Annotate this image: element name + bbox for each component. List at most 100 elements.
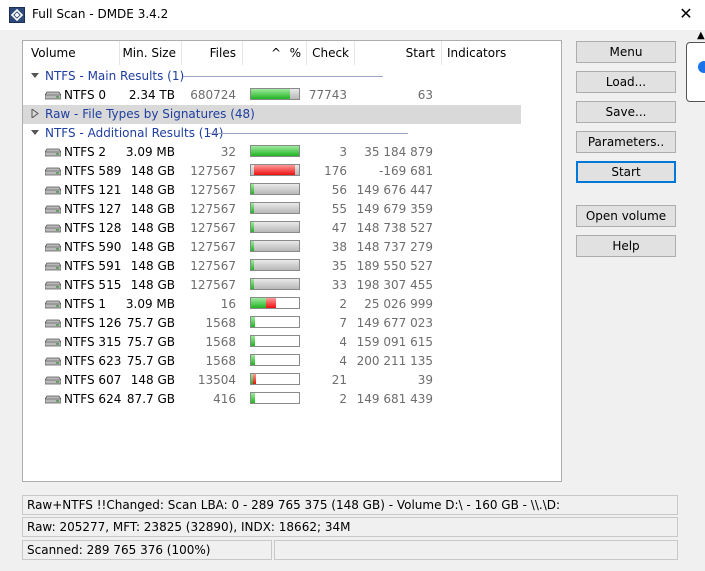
start-button[interactable]: Start xyxy=(576,161,676,183)
col-indicators[interactable]: Indicators xyxy=(447,46,506,60)
volume-name: NTFS 0 xyxy=(64,88,107,102)
check-value: 77743 xyxy=(308,88,347,102)
check-value: 4 xyxy=(339,354,347,368)
table-row[interactable]: NTFS 127 148 GB 127567 55 149 679 359 xyxy=(23,200,561,219)
progress-segment xyxy=(254,165,295,175)
table-row[interactable]: NTFS 1 3.09 MB 16 2 25 026 999 xyxy=(23,295,561,314)
col-check[interactable]: Check xyxy=(307,46,349,60)
col-files[interactable]: Files xyxy=(182,46,236,60)
start-value: 148 737 279 xyxy=(356,240,433,254)
start-value: 200 211 135 xyxy=(356,354,433,368)
volume-name: NTFS 127 xyxy=(64,202,122,216)
col-volume[interactable]: Volume xyxy=(31,46,76,60)
group-label: Raw - File Types by Signatures (48) xyxy=(45,107,255,121)
percent-bar xyxy=(250,354,300,366)
min-size: 148 GB xyxy=(130,221,175,235)
hard-disk-icon xyxy=(45,395,61,404)
group-raw-file-types[interactable]: Raw - File Types by Signatures (48) xyxy=(23,105,521,124)
table-row[interactable]: NTFS 623 75.7 GB 1568 4 200 211 135 xyxy=(23,352,561,371)
check-value: 33 xyxy=(331,278,347,292)
percent-bar xyxy=(250,164,300,176)
cursor-icon: ▲ xyxy=(697,30,705,41)
table-row[interactable]: NTFS 591 148 GB 127567 35 189 550 527 xyxy=(23,257,561,276)
files-count: 416 xyxy=(213,392,236,406)
hard-disk-icon xyxy=(45,186,61,195)
table-row[interactable]: NTFS 607 148 GB 13504 21 39 xyxy=(23,371,561,390)
close-icon[interactable]: ✕ xyxy=(672,3,700,25)
start-value: 35 184 879 xyxy=(364,145,433,159)
percent-bar xyxy=(250,278,300,290)
status-scan-info: Raw+NTFS !!Changed: Scan LBA: 0 - 289 76… xyxy=(22,495,678,515)
check-value: 2 xyxy=(339,297,347,311)
progress-segment xyxy=(254,279,299,289)
progress-segment xyxy=(251,146,299,156)
table-row[interactable]: NTFS 126 75.7 GB 1568 7 149 677 023 xyxy=(23,314,561,333)
expand-arrow-icon[interactable] xyxy=(31,109,39,118)
check-value: 35 xyxy=(331,259,347,273)
volume-name: NTFS 591 xyxy=(64,259,122,273)
files-count: 16 xyxy=(220,297,236,311)
col-min-size[interactable]: Min. Size xyxy=(120,46,176,60)
group-additional-results[interactable]: NTFS - Additional Results (14) xyxy=(23,124,561,143)
table-row[interactable]: NTFS 590 148 GB 127567 38 148 737 279 xyxy=(23,238,561,257)
volume-name: NTFS 126 xyxy=(64,316,122,330)
parameters-button[interactable]: Parameters.. xyxy=(576,131,676,153)
group-label: NTFS - Additional Results (14) xyxy=(45,126,224,140)
progress-segment xyxy=(251,89,290,99)
files-count: 127567 xyxy=(190,183,236,197)
volume-name: NTFS 1 xyxy=(64,297,107,311)
min-size: 3.09 MB xyxy=(125,297,175,311)
open-volume-button[interactable]: Open volume xyxy=(576,205,676,227)
progress-segment xyxy=(254,222,299,232)
table-row[interactable]: NTFS 624 87.7 GB 416 2 149 681 439 xyxy=(23,390,561,409)
files-count: 1568 xyxy=(205,316,236,330)
check-value: 47 xyxy=(331,221,347,235)
status-raw-counts: Raw: 205277, MFT: 23825 (32890), INDX: 1… xyxy=(22,517,678,537)
volume-name: NTFS 121 xyxy=(64,183,122,197)
col-percent[interactable]: % xyxy=(243,46,301,60)
start-value: -169 681 xyxy=(379,164,433,178)
start-value: 149 676 447 xyxy=(356,183,433,197)
min-size: 148 GB xyxy=(130,183,175,197)
files-count: 680724 xyxy=(190,88,236,102)
percent-bar xyxy=(250,392,300,404)
group-main-results[interactable]: NTFS - Main Results (1) xyxy=(23,67,561,86)
hard-disk-icon xyxy=(45,281,61,290)
percent-bar xyxy=(250,202,300,214)
table-row[interactable]: NTFS 589 148 GB 127567 176 -169 681 xyxy=(23,162,561,181)
files-count: 127567 xyxy=(190,259,236,273)
progress-segment xyxy=(254,241,299,251)
save-button[interactable]: Save... xyxy=(576,101,676,123)
files-count: 1568 xyxy=(205,335,236,349)
min-size: 3.09 MB xyxy=(125,145,175,159)
percent-bar xyxy=(250,373,300,385)
percent-bar xyxy=(250,145,300,157)
hard-disk-icon xyxy=(45,148,61,157)
hard-disk-icon xyxy=(45,224,61,233)
table-row[interactable]: NTFS 315 75.7 GB 1568 4 159 091 615 xyxy=(23,333,561,352)
group-label: NTFS - Main Results (1) xyxy=(45,69,185,83)
min-size: 148 GB xyxy=(130,373,175,387)
table-row[interactable]: NTFS 128 148 GB 127567 47 148 738 527 xyxy=(23,219,561,238)
collapse-arrow-icon[interactable] xyxy=(31,128,39,136)
volume-name: NTFS 128 xyxy=(64,221,122,235)
help-button[interactable]: Help xyxy=(576,235,676,257)
hard-disk-icon xyxy=(45,357,61,366)
scan-results-list[interactable]: Volume Min. Size Files ^ % Check Start I… xyxy=(22,40,562,482)
check-value: 55 xyxy=(331,202,347,216)
check-value: 176 xyxy=(324,164,347,178)
percent-bar xyxy=(250,221,300,233)
volume-name: NTFS 590 xyxy=(64,240,122,254)
notification-popup xyxy=(686,42,705,102)
title-bar: Full Scan - DMDE 3.4.2 ✕ xyxy=(0,0,705,30)
table-row[interactable]: NTFS 515 148 GB 127567 33 198 307 455 xyxy=(23,276,561,295)
table-row[interactable]: NTFS 121 148 GB 127567 56 149 676 447 xyxy=(23,181,561,200)
table-row[interactable]: NTFS 0 2.34 TB 680724 77743 63 xyxy=(23,86,561,105)
menu-button[interactable]: Menu xyxy=(576,41,676,63)
load-button[interactable]: Load... xyxy=(576,71,676,93)
col-start[interactable]: Start xyxy=(355,46,435,60)
start-value: 149 679 359 xyxy=(356,202,433,216)
table-row[interactable]: NTFS 2 3.09 MB 32 3 35 184 879 xyxy=(23,143,561,162)
dmde-app-icon xyxy=(9,7,25,23)
collapse-arrow-icon[interactable] xyxy=(31,71,39,79)
